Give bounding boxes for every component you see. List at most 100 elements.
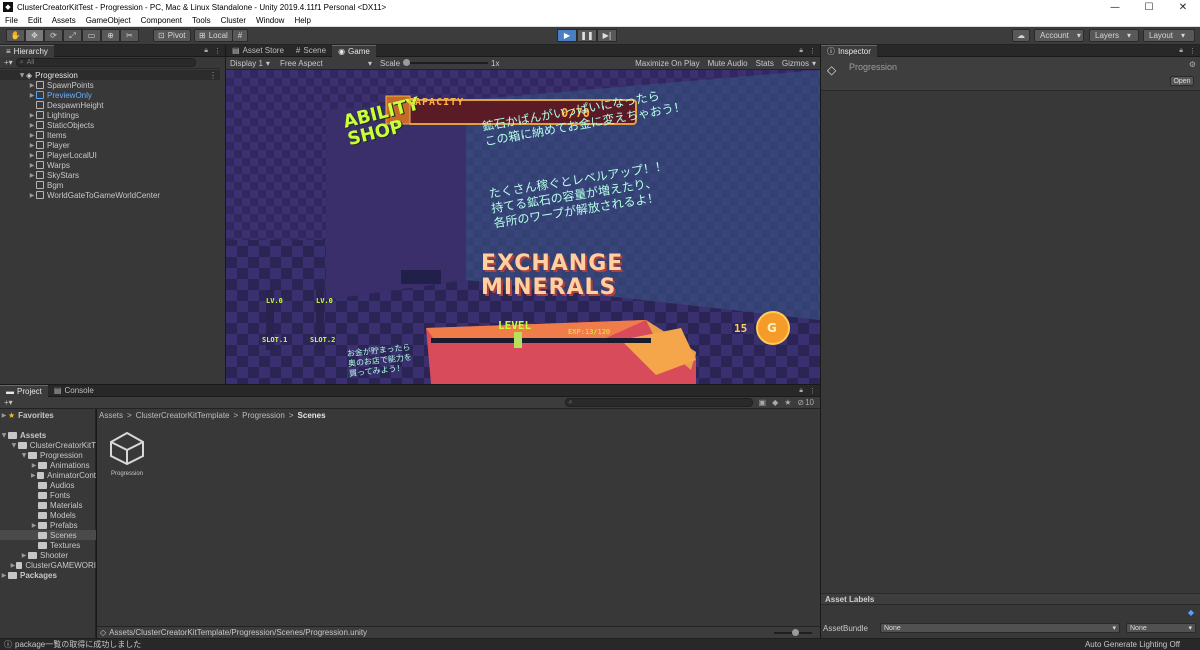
- scale-track[interactable]: [403, 59, 489, 66]
- add-asset-dropdown[interactable]: +▾: [4, 398, 13, 407]
- expand-arrow-icon[interactable]: ▼: [10, 442, 18, 449]
- rotate-icon[interactable]: ⟳: [44, 29, 63, 42]
- hierarchy-item[interactable]: ▶ SpawnPoints: [0, 80, 220, 90]
- minimize-button[interactable]: —: [1098, 2, 1132, 13]
- hierarchy-scene-row[interactable]: ▼ ◈ Progression ⋮: [0, 70, 220, 80]
- folder-tree-item[interactable]: ▼ ClusterCreatorKitT: [0, 440, 96, 450]
- folder-tree-item[interactable]: Models: [0, 510, 96, 520]
- expand-arrow-icon[interactable]: ▼: [0, 432, 8, 439]
- folder-tree-item[interactable]: ▶ ClusterGAMEWORI: [0, 560, 96, 570]
- expand-arrow-icon[interactable]: ▶: [28, 152, 36, 159]
- kebab-menu-icon[interactable]: ⋮: [214, 47, 221, 55]
- gizmos-dropdown[interactable]: Gizmos ▾: [778, 59, 820, 68]
- expand-arrow-icon[interactable]: ▶: [10, 562, 16, 569]
- scale-thumb[interactable]: [403, 59, 411, 66]
- pause-button[interactable]: ❚❚: [577, 29, 597, 42]
- tab-asset-store[interactable]: ▤ Asset Store: [226, 45, 290, 57]
- play-button[interactable]: ▶: [557, 29, 577, 42]
- move-icon[interactable]: ✥: [25, 29, 44, 42]
- menu-window[interactable]: Window: [251, 16, 289, 25]
- tab-console[interactable]: ▤ Console: [48, 385, 100, 397]
- expand-arrow-icon[interactable]: ▶: [28, 132, 36, 139]
- tab-project[interactable]: ▬ Project: [0, 384, 48, 397]
- hierarchy-item[interactable]: ▶ PlayerLocalUI: [0, 150, 220, 160]
- hierarchy-item[interactable]: ▶ StaticObjects: [0, 120, 220, 130]
- kebab-menu-icon[interactable]: ⋮: [1189, 47, 1196, 55]
- settings-icon[interactable]: ⚙: [1189, 60, 1196, 69]
- hierarchy-item[interactable]: ▶ Player: [0, 140, 220, 150]
- folder-tree-item[interactable]: ▶ Shooter: [0, 550, 96, 560]
- folder-tree-item[interactable]: ▶ Animations: [0, 460, 96, 470]
- expand-arrow-icon[interactable]: ▶: [28, 162, 36, 169]
- menu-gameobject[interactable]: GameObject: [81, 16, 136, 25]
- asset-bundle-dropdown[interactable]: None ▾: [880, 623, 1120, 633]
- stats-toggle[interactable]: Stats: [752, 59, 778, 68]
- asset-tile[interactable]: Progression: [105, 431, 149, 479]
- add-dropdown[interactable]: +▾: [4, 58, 13, 67]
- expand-arrow-icon[interactable]: ▶: [30, 472, 37, 479]
- menu-assets[interactable]: Assets: [47, 16, 81, 25]
- menu-help[interactable]: Help: [289, 16, 315, 25]
- local-toggle[interactable]: ⊞ Local: [194, 29, 233, 42]
- step-button[interactable]: ▶|: [597, 29, 617, 42]
- expand-arrow-icon[interactable]: ▶: [28, 112, 36, 119]
- lock-icon[interactable]: 🔒︎: [799, 386, 803, 395]
- menu-component[interactable]: Component: [136, 16, 187, 25]
- layers-dropdown[interactable]: Layers ▾: [1089, 29, 1139, 42]
- menu-tools[interactable]: Tools: [187, 16, 216, 25]
- open-button[interactable]: Open: [1170, 76, 1194, 86]
- hand-icon[interactable]: ✋: [6, 29, 25, 42]
- folder-tree-item[interactable]: ▼ Progression: [0, 450, 96, 460]
- hierarchy-item[interactable]: ▶ Warps: [0, 160, 220, 170]
- asset-variant-dropdown[interactable]: None ▾: [1126, 623, 1196, 633]
- hidden-packages-toggle[interactable]: ⊘ 10: [797, 398, 814, 407]
- close-button[interactable]: ✕: [1166, 2, 1200, 13]
- grid-snap-button[interactable]: #: [232, 29, 248, 42]
- lock-icon[interactable]: 🔒︎: [799, 46, 803, 55]
- game-view[interactable]: ABILITY SHOP CAPACITY 0/70 鉱石かばんがいっぱいになっ…: [226, 70, 820, 384]
- display-dropdown[interactable]: Display 1 ▾: [226, 59, 276, 68]
- menu-edit[interactable]: Edit: [23, 16, 47, 25]
- rect-icon[interactable]: ▭: [82, 29, 101, 42]
- expand-arrow-icon[interactable]: ▶: [28, 92, 36, 99]
- hierarchy-search-input[interactable]: ⌕ All: [15, 58, 196, 67]
- scale-icon[interactable]: ⤢: [63, 29, 82, 42]
- expand-arrow-icon[interactable]: ▶: [28, 82, 36, 89]
- assets-row[interactable]: ▼ Assets: [0, 430, 96, 440]
- tab-inspector[interactable]: ⓘ Inspector: [821, 44, 877, 57]
- expand-arrow-icon[interactable]: ▶: [30, 462, 38, 469]
- tab-scene[interactable]: # Scene: [290, 45, 332, 57]
- kebab-menu-icon[interactable]: ⋮: [209, 71, 217, 80]
- hierarchy-item[interactable]: ▶ SkyStars: [0, 170, 220, 180]
- status-message[interactable]: package一覧の取得に成功しました: [15, 639, 141, 650]
- hierarchy-item[interactable]: ▶ Lightings: [0, 110, 220, 120]
- breadcrumb-current[interactable]: Scenes: [298, 411, 326, 420]
- breadcrumb-item[interactable]: Progression: [242, 411, 285, 420]
- custom-tool-icon[interactable]: ✂: [120, 29, 139, 42]
- hierarchy-item[interactable]: ▶ Items: [0, 130, 220, 140]
- hierarchy-item[interactable]: ▶ PreviewOnly: [0, 90, 220, 100]
- lock-icon[interactable]: 🔒︎: [204, 46, 208, 55]
- slider-thumb[interactable]: [792, 628, 799, 636]
- expand-arrow-icon[interactable]: ▶: [20, 552, 28, 559]
- folder-tree-item[interactable]: ▶ AnimatorCont: [0, 470, 96, 480]
- lighting-status[interactable]: Auto Generate Lighting Off: [1085, 640, 1180, 649]
- filter-type-icon[interactable]: ▣: [759, 398, 767, 407]
- kebab-menu-icon[interactable]: ⋮: [809, 387, 816, 395]
- expand-arrow-icon[interactable]: ▶: [28, 172, 36, 179]
- folder-tree-item[interactable]: Scenes: [0, 530, 96, 540]
- breadcrumb-item[interactable]: ClusterCreatorKitTemplate: [136, 411, 230, 420]
- tab-game[interactable]: ◉ Game: [332, 44, 376, 57]
- tab-hierarchy[interactable]: ≡ Hierarchy: [0, 44, 54, 57]
- scale-slider[interactable]: Scale 1x: [376, 59, 516, 68]
- filter-label-icon[interactable]: ◆: [772, 398, 778, 407]
- mute-audio-toggle[interactable]: Mute Audio: [704, 59, 752, 68]
- folder-tree-item[interactable]: Materials: [0, 500, 96, 510]
- expand-arrow-icon[interactable]: ▶: [0, 412, 8, 419]
- lock-icon[interactable]: 🔒︎: [1179, 46, 1183, 55]
- expand-arrow-icon[interactable]: ▼: [20, 452, 28, 459]
- menu-cluster[interactable]: Cluster: [216, 16, 251, 25]
- cloud-button[interactable]: ☁: [1012, 29, 1030, 42]
- hierarchy-item[interactable]: ▶ WorldGateToGameWorldCenter: [0, 190, 220, 200]
- folder-tree-item[interactable]: Fonts: [0, 490, 96, 500]
